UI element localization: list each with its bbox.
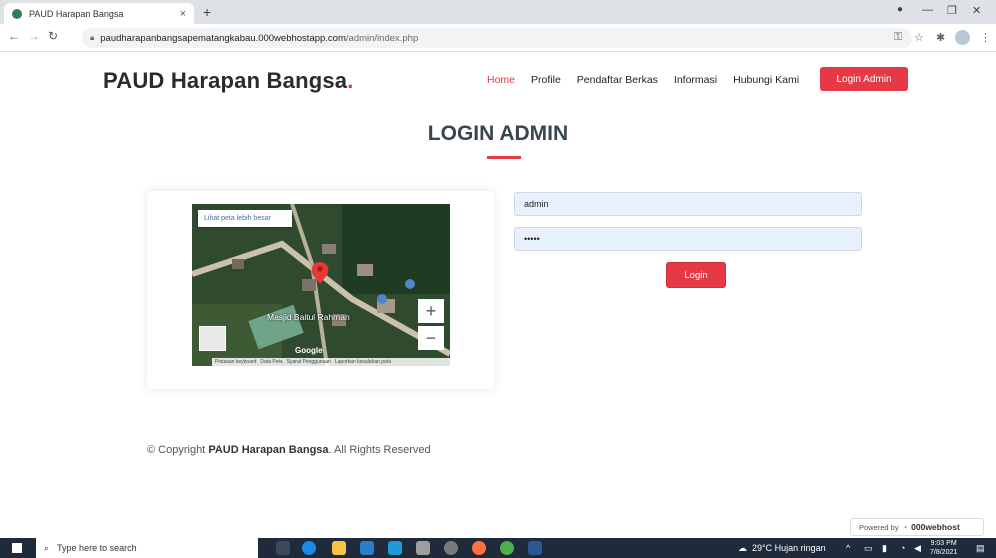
weather-icon: ☁ — [738, 543, 747, 553]
mail-icon[interactable] — [360, 541, 374, 555]
file-explorer-icon[interactable] — [332, 541, 346, 555]
chrome-icon[interactable] — [500, 541, 514, 555]
login-admin-button[interactable]: Login Admin — [820, 67, 908, 91]
xbox-icon[interactable] — [444, 541, 458, 555]
map-layer-toggle[interactable] — [199, 326, 226, 351]
search-icon: ⌕ — [44, 542, 50, 553]
map-keyboard-shortcuts-link[interactable]: Pintasan keyboard — [215, 359, 256, 365]
minimize-icon[interactable]: — — [922, 4, 933, 16]
map-attribution: Pintasan keyboard Data Peta Syarat Pengg… — [212, 358, 450, 366]
forward-icon[interactable]: → — [28, 29, 40, 43]
tab-title: PAUD Harapan Bangsa — [29, 8, 124, 19]
nav-profile[interactable]: Profile — [531, 74, 561, 86]
webhost-logo-icon: ◔ — [902, 522, 908, 532]
battery-icon[interactable]: ▮ — [882, 543, 887, 554]
powered-by-badge[interactable]: Powered by ◔ 000webhost — [850, 518, 984, 536]
weather-text[interactable]: 29°C Hujan ringan — [752, 543, 826, 553]
satellite-map-image — [192, 204, 450, 366]
tab-close-icon[interactable]: × — [180, 8, 186, 20]
star-icon[interactable]: ☆ — [914, 31, 924, 44]
windows-taskbar: ⌕ Type here to search ☁ 29°C Hujan ringa… — [0, 538, 996, 558]
reload-icon[interactable]: ↻ — [48, 29, 58, 43]
address-bar[interactable]: 🔒︎ paudharapanbangsapematangkabau.000web… — [82, 28, 912, 48]
taskbar-search-input[interactable]: ⌕ Type here to search — [36, 538, 258, 558]
password-field[interactable]: ••••• — [514, 227, 862, 251]
username-field[interactable]: admin — [514, 192, 862, 216]
notification-icon[interactable]: ▤ — [976, 543, 985, 554]
view-larger-map-link[interactable]: Lihat peta lebih besar — [198, 210, 292, 227]
copyright-text: © Copyright PAUD Harapan Bangsa. All Rig… — [147, 444, 431, 456]
url-path: /admin/index.php — [345, 32, 419, 44]
lock-icon: 🔒︎ — [90, 33, 95, 42]
google-logo: Google — [295, 346, 323, 355]
key-icon[interactable]: ⚿ — [894, 31, 902, 44]
back-icon[interactable]: ← — [8, 29, 20, 43]
wifi-icon[interactable]: ◔ — [900, 543, 905, 553]
embedded-map[interactable] — [192, 204, 450, 366]
browser-toolbar: ← → ↻ 🔒︎ paudharapanbangsapematangkabau.… — [0, 24, 996, 52]
map-zoom-out-button[interactable]: − — [418, 326, 444, 350]
new-tab-button[interactable]: + — [203, 4, 211, 20]
taskbar-clock[interactable]: 9:03 PM 7/8/2021 — [930, 539, 957, 557]
map-terms-link[interactable]: Syarat Penggunaan — [287, 359, 331, 365]
store-icon[interactable] — [388, 541, 402, 555]
browser-tab[interactable]: PAUD Harapan Bangsa × — [4, 3, 194, 24]
map-place-label: Masjid Baitul Rahman — [267, 312, 350, 322]
avatar[interactable] — [955, 30, 970, 45]
close-window-icon[interactable]: ✕ — [972, 4, 981, 17]
browser-tabbar: PAUD Harapan Bangsa × + — ❐ ✕ ● — [0, 0, 996, 24]
task-view-icon[interactable] — [276, 541, 290, 555]
nav-hubungi-kami[interactable]: Hubungi Kami — [733, 74, 799, 86]
volume-icon[interactable]: ◀ — [914, 543, 921, 554]
nav-pendaftar-berkas[interactable]: Pendaftar Berkas — [577, 74, 658, 86]
windows-start-icon[interactable] — [12, 543, 22, 553]
map-zoom-in-button[interactable]: + — [418, 299, 444, 323]
login-button[interactable]: Login — [666, 262, 726, 288]
title-underline — [487, 156, 521, 159]
site-brand[interactable]: PAUD Harapan Bangsa. — [103, 68, 354, 94]
restore-icon[interactable]: ❐ — [947, 4, 957, 17]
word-icon[interactable] — [528, 541, 542, 555]
firefox-icon[interactable] — [472, 541, 486, 555]
tray-chevron-icon[interactable]: ^ — [846, 543, 850, 553]
url-host: paudharapanbangsapematangkabau.000webhos… — [100, 32, 346, 44]
site-favicon-icon — [12, 8, 22, 19]
record-icon[interactable]: ● — [897, 4, 903, 15]
network-icon[interactable]: ▭ — [864, 543, 873, 554]
edge-icon[interactable] — [302, 541, 316, 555]
menu-icon[interactable]: ⋮ — [980, 31, 991, 44]
nav-informasi[interactable]: Informasi — [674, 74, 717, 86]
map-data-link[interactable]: Data Peta — [260, 359, 282, 365]
main-nav: Home Profile Pendaftar Berkas Informasi … — [487, 74, 799, 86]
pen-app-icon[interactable] — [416, 541, 430, 555]
map-report-link[interactable]: Laporkan kesalahan peta — [335, 359, 391, 365]
extensions-icon[interactable]: ✱ — [936, 31, 945, 44]
nav-home[interactable]: Home — [487, 74, 515, 86]
page-title: LOGIN ADMIN — [427, 122, 569, 145]
